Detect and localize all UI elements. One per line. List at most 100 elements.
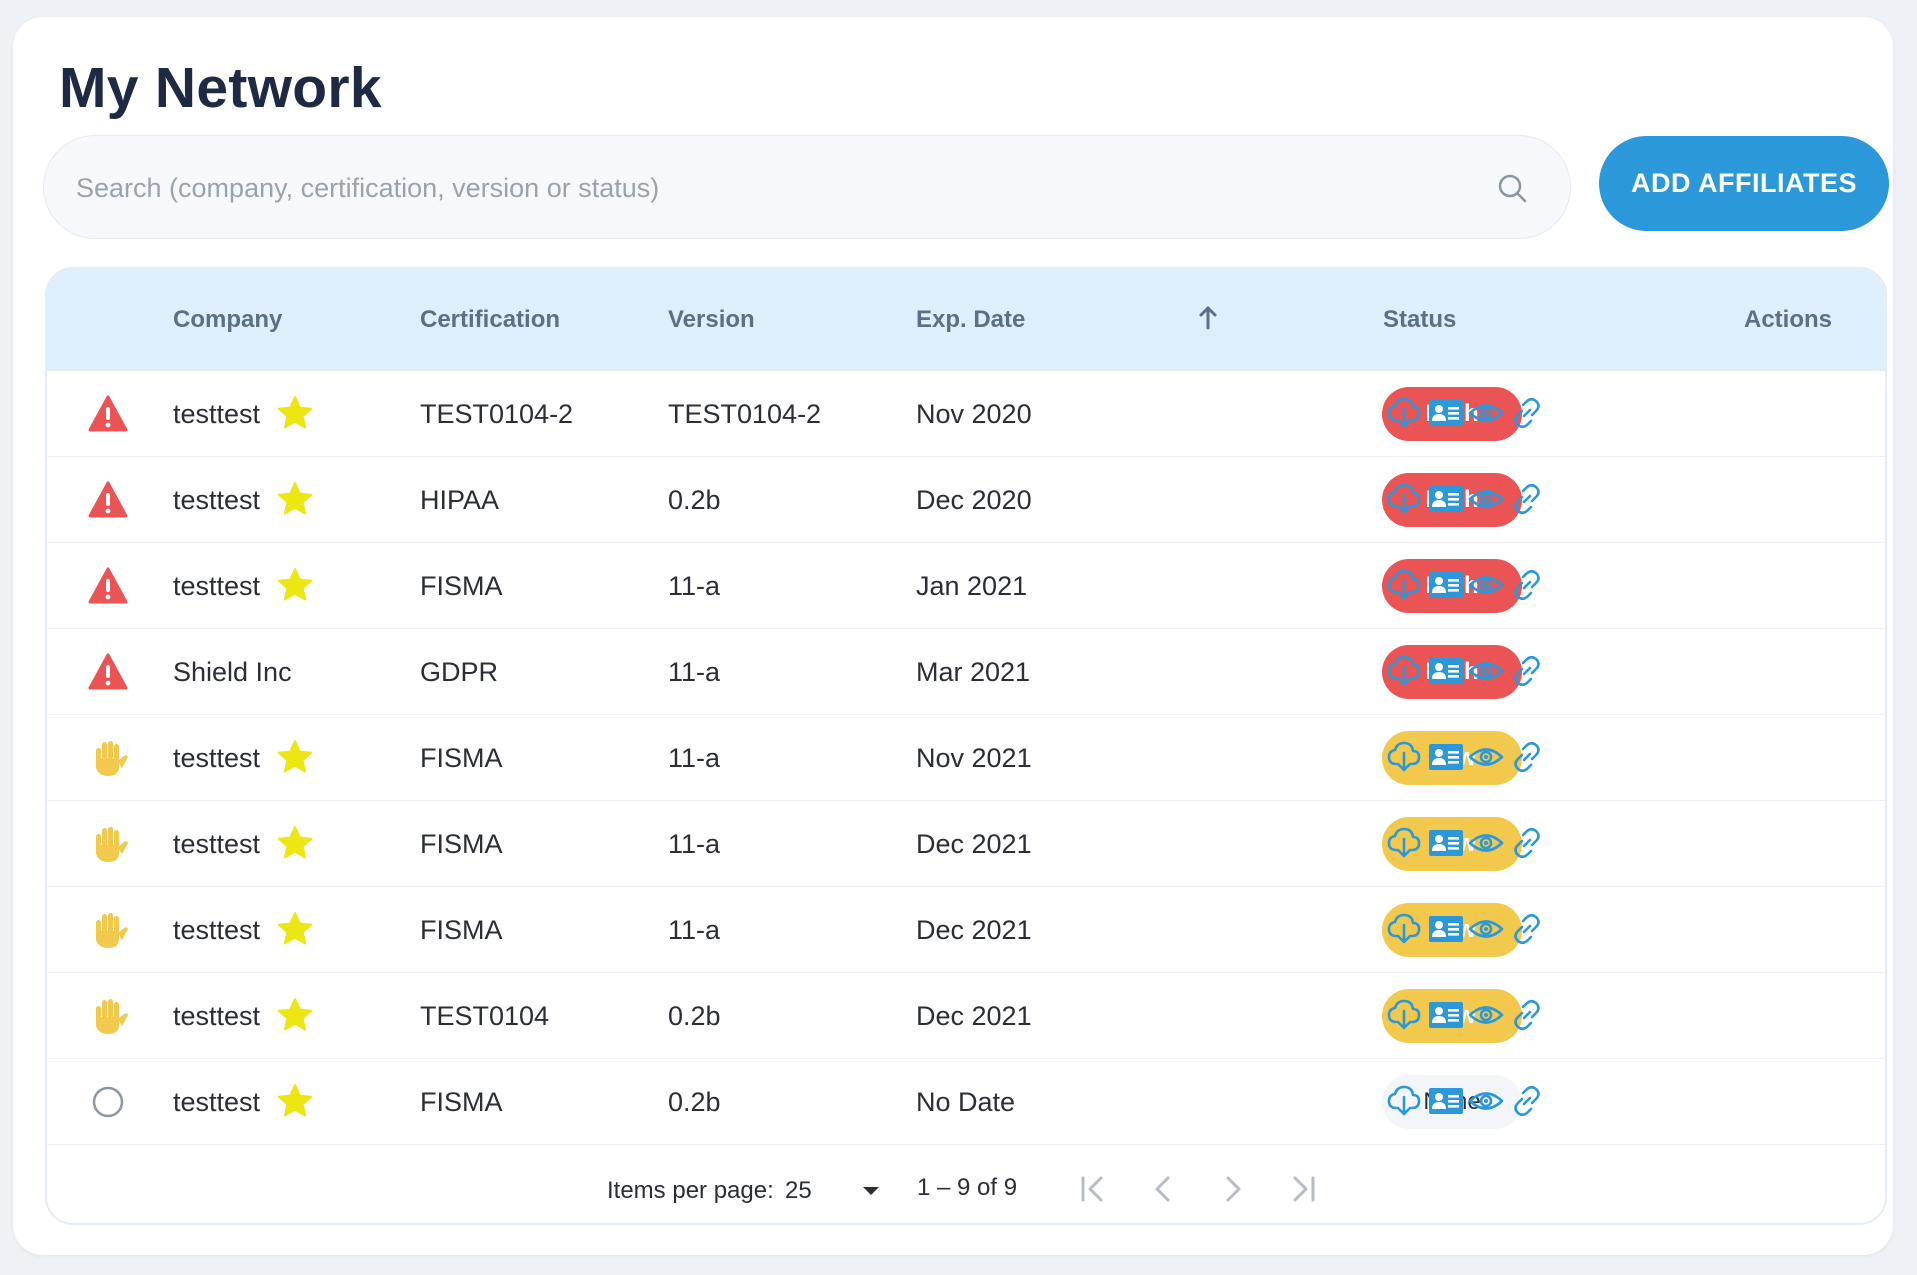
eye-icon[interactable] xyxy=(1468,653,1504,689)
previous-page-icon[interactable] xyxy=(1145,1171,1181,1207)
table-row[interactable]: testtestFISMA11-aDec 2021Low xyxy=(47,887,1885,973)
link-icon[interactable] xyxy=(1509,997,1545,1033)
cloud-download-icon[interactable] xyxy=(1386,997,1422,1033)
eye-icon[interactable] xyxy=(1468,739,1504,775)
hand-icon xyxy=(96,741,128,776)
warning-icon xyxy=(88,567,128,604)
table-row[interactable]: testtestFISMA11-aDec 2021Low xyxy=(47,801,1885,887)
contact-card-icon[interactable] xyxy=(1428,911,1464,947)
company-name: testtest xyxy=(173,915,261,945)
column-header-version[interactable]: Version xyxy=(668,269,755,371)
star-icon[interactable] xyxy=(276,910,314,948)
cloud-download-icon[interactable] xyxy=(1386,825,1422,861)
version-cell: 11-a xyxy=(668,915,721,945)
first-page-icon[interactable] xyxy=(1075,1171,1111,1207)
table-header: Company Certification Version Exp. Date … xyxy=(47,269,1885,371)
star-icon[interactable] xyxy=(276,394,314,432)
company-name: testtest xyxy=(173,571,261,601)
table-row[interactable]: Shield IncGDPR11-aMar 2021High xyxy=(47,629,1885,715)
last-page-icon[interactable] xyxy=(1285,1171,1321,1207)
certification-cell: GDPR xyxy=(420,657,499,687)
table-row[interactable]: testtestTEST0104-2TEST0104-2Nov 2020High xyxy=(47,371,1885,457)
eye-icon[interactable] xyxy=(1468,911,1504,947)
paginator: Items per page: 25 1 – 9 of 9 xyxy=(47,1145,1885,1223)
certification-cell: TEST0104 xyxy=(420,1001,550,1031)
arrow-up-icon[interactable] xyxy=(1197,305,1219,331)
exp-date-cell: Dec 2021 xyxy=(916,829,1032,859)
exp-date-cell: Jan 2021 xyxy=(916,571,1028,601)
star-icon[interactable] xyxy=(276,738,314,776)
eye-icon[interactable] xyxy=(1468,395,1504,431)
hand-icon xyxy=(96,913,128,948)
contact-card-icon[interactable] xyxy=(1428,739,1464,775)
link-icon[interactable] xyxy=(1509,567,1545,603)
eye-icon[interactable] xyxy=(1468,825,1504,861)
link-icon[interactable] xyxy=(1509,481,1545,517)
exp-date-cell: No Date xyxy=(916,1087,1016,1117)
cloud-download-icon[interactable] xyxy=(1386,1083,1422,1119)
eye-icon[interactable] xyxy=(1468,567,1504,603)
contact-card-icon[interactable] xyxy=(1428,1083,1464,1119)
table-row[interactable]: testtestTEST01040.2bDec 2021Low xyxy=(47,973,1885,1059)
star-icon[interactable] xyxy=(276,996,314,1034)
cloud-download-icon[interactable] xyxy=(1386,911,1422,947)
eye-icon[interactable] xyxy=(1468,481,1504,517)
items-per-page-value: 25 xyxy=(785,1177,812,1204)
exp-date-cell: Nov 2020 xyxy=(916,399,1032,429)
link-icon[interactable] xyxy=(1509,825,1545,861)
company-name: testtest xyxy=(173,485,261,515)
column-header-certification[interactable]: Certification xyxy=(420,269,560,371)
star-icon[interactable] xyxy=(276,824,314,862)
cloud-download-icon[interactable] xyxy=(1386,567,1422,603)
contact-card-icon[interactable] xyxy=(1428,653,1464,689)
version-cell: 0.2b xyxy=(668,1001,721,1031)
version-cell: 0.2b xyxy=(668,1087,721,1117)
contact-card-icon[interactable] xyxy=(1428,567,1464,603)
link-icon[interactable] xyxy=(1509,653,1545,689)
cloud-download-icon[interactable] xyxy=(1386,653,1422,689)
table-row[interactable]: testtestFISMA11-aJan 2021High xyxy=(47,543,1885,629)
exp-date-cell: Dec 2021 xyxy=(916,915,1032,945)
cloud-download-icon[interactable] xyxy=(1386,739,1422,775)
contact-card-icon[interactable] xyxy=(1428,481,1464,517)
link-icon[interactable] xyxy=(1509,1083,1545,1119)
page-range-label: 1 – 9 of 9 xyxy=(917,1174,1018,1201)
star-icon[interactable] xyxy=(276,566,314,604)
items-per-page-select[interactable]: 25 xyxy=(785,1169,880,1213)
items-per-page-label: Items per page: xyxy=(607,1177,774,1204)
cloud-download-icon[interactable] xyxy=(1386,395,1422,431)
column-header-actions: Actions xyxy=(1744,306,1833,333)
column-header-status[interactable]: Status xyxy=(1383,269,1456,371)
company-name: testtest xyxy=(173,743,261,773)
company-name: testtest xyxy=(173,1001,261,1031)
certification-cell: FISMA xyxy=(420,829,503,859)
table-row[interactable]: testtestFISMA11-aNov 2021Low xyxy=(47,715,1885,801)
cloud-download-icon[interactable] xyxy=(1386,481,1422,517)
company-name: testtest xyxy=(173,399,261,429)
version-cell: 11-a xyxy=(668,829,721,859)
exp-date-cell: Nov 2021 xyxy=(916,743,1032,773)
star-icon[interactable] xyxy=(276,1082,314,1120)
next-page-icon[interactable] xyxy=(1215,1171,1251,1207)
eye-icon[interactable] xyxy=(1468,1083,1504,1119)
certification-cell: FISMA xyxy=(420,1087,503,1117)
certification-cell: HIPAA xyxy=(420,485,500,515)
add-affiliates-button[interactable]: ADD AFFILIATES xyxy=(1599,136,1889,231)
star-icon[interactable] xyxy=(276,480,314,518)
warning-icon xyxy=(88,481,128,518)
contact-card-icon[interactable] xyxy=(1428,997,1464,1033)
search-input[interactable] xyxy=(74,136,1498,240)
table-row[interactable]: testtestFISMA0.2bNo DateNone xyxy=(47,1059,1885,1145)
link-icon[interactable] xyxy=(1509,911,1545,947)
table-row[interactable]: testtestHIPAA0.2bDec 2020High xyxy=(47,457,1885,543)
eye-icon[interactable] xyxy=(1468,997,1504,1033)
contact-card-icon[interactable] xyxy=(1428,825,1464,861)
contact-card-icon[interactable] xyxy=(1428,395,1464,431)
search-bar xyxy=(43,135,1571,240)
search-icon[interactable] xyxy=(1496,172,1528,204)
link-icon[interactable] xyxy=(1509,739,1545,775)
link-icon[interactable] xyxy=(1509,395,1545,431)
column-header-exp-date[interactable]: Exp. Date xyxy=(916,269,1025,371)
column-header-company[interactable]: Company xyxy=(173,269,282,371)
page-title: My Network xyxy=(59,56,382,120)
